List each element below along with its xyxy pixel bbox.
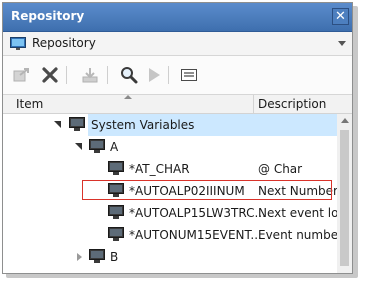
column-item[interactable]: Item [16,97,43,111]
tree-row-autoalp15lw3trc[interactable]: *AUTOALP15LW3TRC... Next event log [3,202,346,224]
callout-highlight [82,180,332,200]
monitor-icon [108,205,124,223]
tree-row-autonum15event[interactable]: *AUTONUM15EVENT... Event number [3,224,343,246]
expand-open-icon[interactable] [75,143,82,150]
tree-item-description: Next event log [258,206,347,220]
properties-icon[interactable] [179,65,199,85]
toolbar-separator [107,66,108,84]
tree-item-label: System Variables [91,118,195,132]
monitor-icon [89,249,105,267]
search-icon[interactable] [119,65,139,85]
column-divider[interactable] [253,95,254,113]
monitor-icon [89,139,105,157]
monitor-icon [69,117,85,135]
toolbar-separator [168,66,169,84]
toolbar [3,56,352,95]
scroll-thumb[interactable] [340,130,349,266]
vertical-scrollbar[interactable] [337,114,352,273]
tree-row-at-char[interactable]: *AT_CHAR @ Char [3,158,337,180]
play-icon[interactable] [144,65,164,85]
download-icon[interactable] [80,65,100,85]
tree-item-label: *AUTOALP15LW3TRC... [129,206,266,220]
tree-row-system-variables[interactable]: System Variables [3,114,337,136]
tree-row-b[interactable]: B [3,246,337,268]
selector-value: Repository [32,36,96,50]
delete-x-icon[interactable] [40,65,60,85]
tree-row-a[interactable]: A [3,136,337,158]
column-description[interactable]: Description [258,97,326,111]
tree-item-description: @ Char [258,162,303,176]
tree-item-label: A [110,140,119,154]
export-icon[interactable] [12,65,32,85]
column-header: Item Description [3,95,352,114]
scroll-up-icon[interactable] [341,118,349,123]
tree-item-label: B [110,250,119,264]
monitor-icon [108,161,124,179]
chevron-down-icon[interactable] [338,41,346,46]
title-bar: Repository ✕ [3,3,352,32]
window-title: Repository [11,9,85,23]
sort-indicator-icon [124,95,132,99]
tree-item-label: *AT_CHAR [129,162,190,176]
monitor-icon [108,227,124,245]
tree-view: System Variables A *AT_CHAR @ Char *AUTO… [3,114,346,273]
expand-open-icon[interactable] [54,121,61,128]
repository-panel: Repository ✕ Repository Item Description… [2,2,353,274]
repository-selector[interactable]: Repository [3,32,352,56]
expand-closed-icon[interactable] [77,253,82,261]
monitor-icon [10,37,26,54]
tree-item-label: *AUTONUM15EVENT... [129,228,262,242]
tree-item-description: Event number [258,228,344,242]
toolbar-separator [66,66,67,84]
close-button[interactable]: ✕ [332,8,349,25]
